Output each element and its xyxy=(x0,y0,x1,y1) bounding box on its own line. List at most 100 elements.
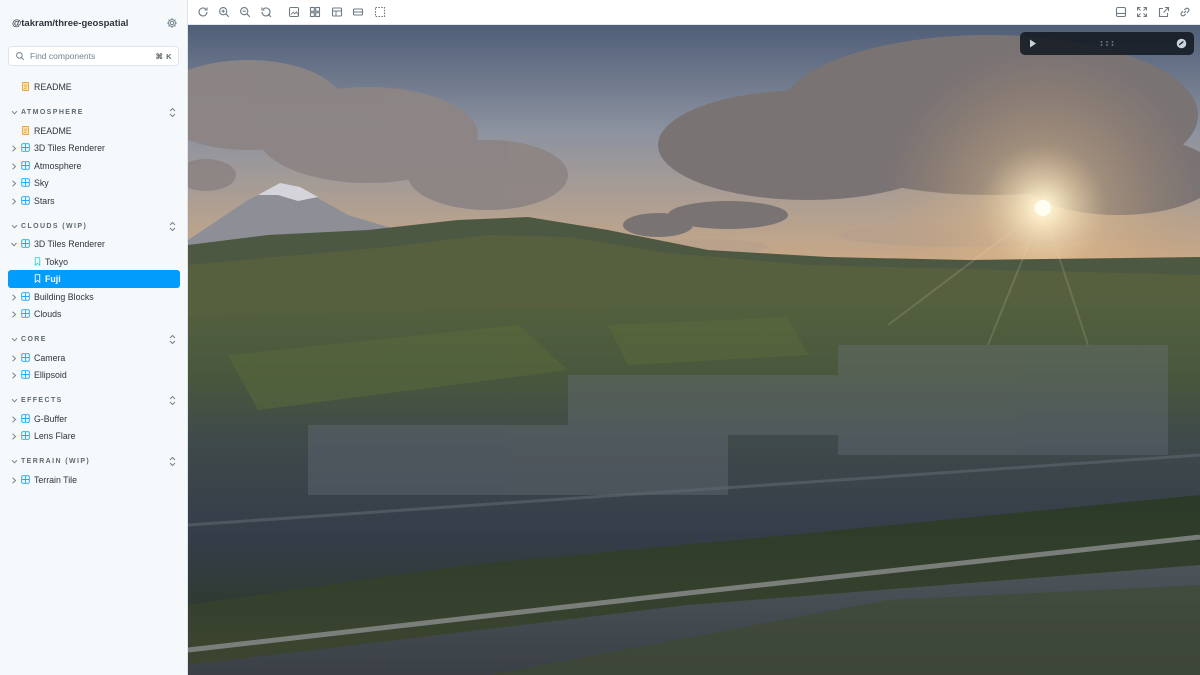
zoom-out-icon[interactable] xyxy=(239,6,251,18)
section-header-effects[interactable]: EFFECTS xyxy=(0,392,188,410)
play-icon[interactable] xyxy=(1029,39,1037,48)
section-title: TERRAIN (WIP) xyxy=(21,458,91,465)
section-header-core[interactable]: CORE xyxy=(0,331,188,349)
chevron-right-icon[interactable] xyxy=(11,371,17,379)
sidebar-item-label: Clouds xyxy=(34,309,62,319)
chevron-down-icon[interactable] xyxy=(11,336,18,343)
outline-icon[interactable] xyxy=(374,6,386,18)
component-icon xyxy=(21,178,30,187)
measure-icon[interactable] xyxy=(352,6,364,18)
section-title: EFFECTS xyxy=(21,397,63,404)
section-header-clouds-wip[interactable]: CLOUDS (WIP) xyxy=(0,217,188,235)
sidebar-item-lens-flare[interactable]: Lens Flare xyxy=(0,427,188,445)
chevron-right-icon[interactable] xyxy=(11,476,17,484)
sidebar-item-ellipsoid[interactable]: Ellipsoid xyxy=(0,366,188,384)
reload-icon[interactable] xyxy=(197,6,209,18)
section-header-atmosphere[interactable]: ATMOSPHERE xyxy=(0,104,188,122)
sidebar-item-terrain-tile[interactable]: Terrain Tile xyxy=(0,471,188,489)
controls-panel[interactable] xyxy=(1020,32,1194,55)
sidebar-item-clouds[interactable]: Clouds xyxy=(0,305,188,323)
sidebar-item-readme[interactable]: README xyxy=(0,78,188,96)
brand-title[interactable]: @takram/three-geospatial xyxy=(12,18,128,29)
chevron-right-icon[interactable] xyxy=(11,197,17,205)
sidebar-item-3d-tiles-renderer[interactable]: 3D Tiles Renderer xyxy=(0,235,188,253)
chevron-right-icon[interactable] xyxy=(11,179,17,187)
section-header-terrain-wip[interactable]: TERRAIN (WIP) xyxy=(0,453,188,471)
expand-collapse-icon[interactable] xyxy=(168,221,177,232)
sidebar-item-label: Tokyo xyxy=(45,256,68,267)
expand-collapse-icon[interactable] xyxy=(168,395,177,406)
chevron-right-icon[interactable] xyxy=(11,310,17,318)
chevron-down-icon[interactable] xyxy=(11,240,17,247)
chevron-right-icon[interactable] xyxy=(11,162,17,170)
chevron-down-icon[interactable] xyxy=(11,458,18,465)
panel-toggle-icon[interactable] xyxy=(1115,6,1127,18)
expand-collapse-icon[interactable] xyxy=(168,107,177,118)
settings-knob-icon[interactable] xyxy=(1176,38,1187,49)
chevron-down-icon[interactable] xyxy=(11,223,18,230)
sidebar-item-label: Building Blocks xyxy=(34,291,94,302)
sidebar-item-fuji[interactable]: Fuji xyxy=(8,270,180,288)
search-input[interactable] xyxy=(30,51,156,61)
chevron-right-icon[interactable] xyxy=(11,293,17,301)
search-shortcut: ⌘ K xyxy=(155,51,172,61)
scene-image xyxy=(188,25,1200,675)
component-icon xyxy=(21,160,30,170)
sidebar-item-atmosphere[interactable]: Atmosphere xyxy=(0,157,188,175)
component-icon xyxy=(21,413,30,423)
section-title: ATMOSPHERE xyxy=(21,109,84,116)
chevron-right-icon[interactable] xyxy=(11,415,17,423)
sidebar-item-building-blocks[interactable]: Building Blocks xyxy=(0,288,188,306)
background-icon[interactable] xyxy=(288,6,300,18)
chevron-right-icon[interactable] xyxy=(11,354,17,362)
sidebar-item-label: Ellipsoid xyxy=(34,370,67,380)
chevron-down-icon[interactable] xyxy=(11,397,18,404)
chevron-right-icon[interactable] xyxy=(11,144,17,152)
component-tree: README ATMOSPHERE README 3D Tiles Renderer A… xyxy=(0,78,188,496)
component-icon xyxy=(21,239,30,248)
fullscreen-icon[interactable] xyxy=(1136,6,1148,18)
search-icon xyxy=(16,52,25,61)
sidebar-item-label: G-Buffer xyxy=(34,413,68,424)
sidebar-item-label: README xyxy=(34,125,72,136)
section-title: CLOUDS (WIP) xyxy=(21,222,88,230)
document-icon xyxy=(21,125,30,135)
sidebar-item-label: Camera xyxy=(34,352,66,363)
section-header-left: CLOUDS (WIP) xyxy=(11,223,87,230)
viewport-icon[interactable] xyxy=(331,6,343,18)
copy-link-icon[interactable] xyxy=(1179,6,1191,18)
sidebar-item-readme[interactable]: README xyxy=(0,122,188,140)
section-title: CORE xyxy=(21,336,47,343)
sidebar-item-sky[interactable]: Sky xyxy=(0,174,188,192)
chevron-right-icon[interactable] xyxy=(11,432,17,440)
canvas-preview[interactable] xyxy=(188,25,1200,675)
sidebar-item-label: Stars xyxy=(34,195,55,206)
component-icon xyxy=(21,195,30,205)
component-icon xyxy=(21,352,30,362)
expand-collapse-icon[interactable] xyxy=(168,334,177,345)
sidebar-item-stars[interactable]: Stars xyxy=(0,192,188,210)
component-icon xyxy=(21,291,30,301)
zoom-in-icon[interactable] xyxy=(218,6,230,18)
zoom-reset-icon[interactable] xyxy=(260,6,272,18)
section-header-left: EFFECTS xyxy=(11,397,63,404)
expand-collapse-icon[interactable] xyxy=(168,456,177,467)
open-new-tab-icon[interactable] xyxy=(1158,6,1170,18)
chevron-down-icon[interactable] xyxy=(11,109,18,116)
grid-icon[interactable] xyxy=(309,6,321,18)
component-icon xyxy=(21,431,30,440)
bookmark-icon xyxy=(33,256,42,266)
sidebar-item-g-buffer[interactable]: G-Buffer xyxy=(0,410,188,428)
settings-gear-icon[interactable] xyxy=(166,17,178,29)
component-icon xyxy=(21,474,30,484)
sidebar-item-tokyo[interactable]: Tokyo xyxy=(0,253,188,271)
drag-handle-icon[interactable] xyxy=(1100,41,1114,46)
search-box[interactable]: ⌘ K xyxy=(8,46,179,66)
sidebar-item-camera[interactable]: Camera xyxy=(0,349,188,367)
sidebar-item-3d-tiles-renderer[interactable]: 3D Tiles Renderer xyxy=(0,139,188,157)
